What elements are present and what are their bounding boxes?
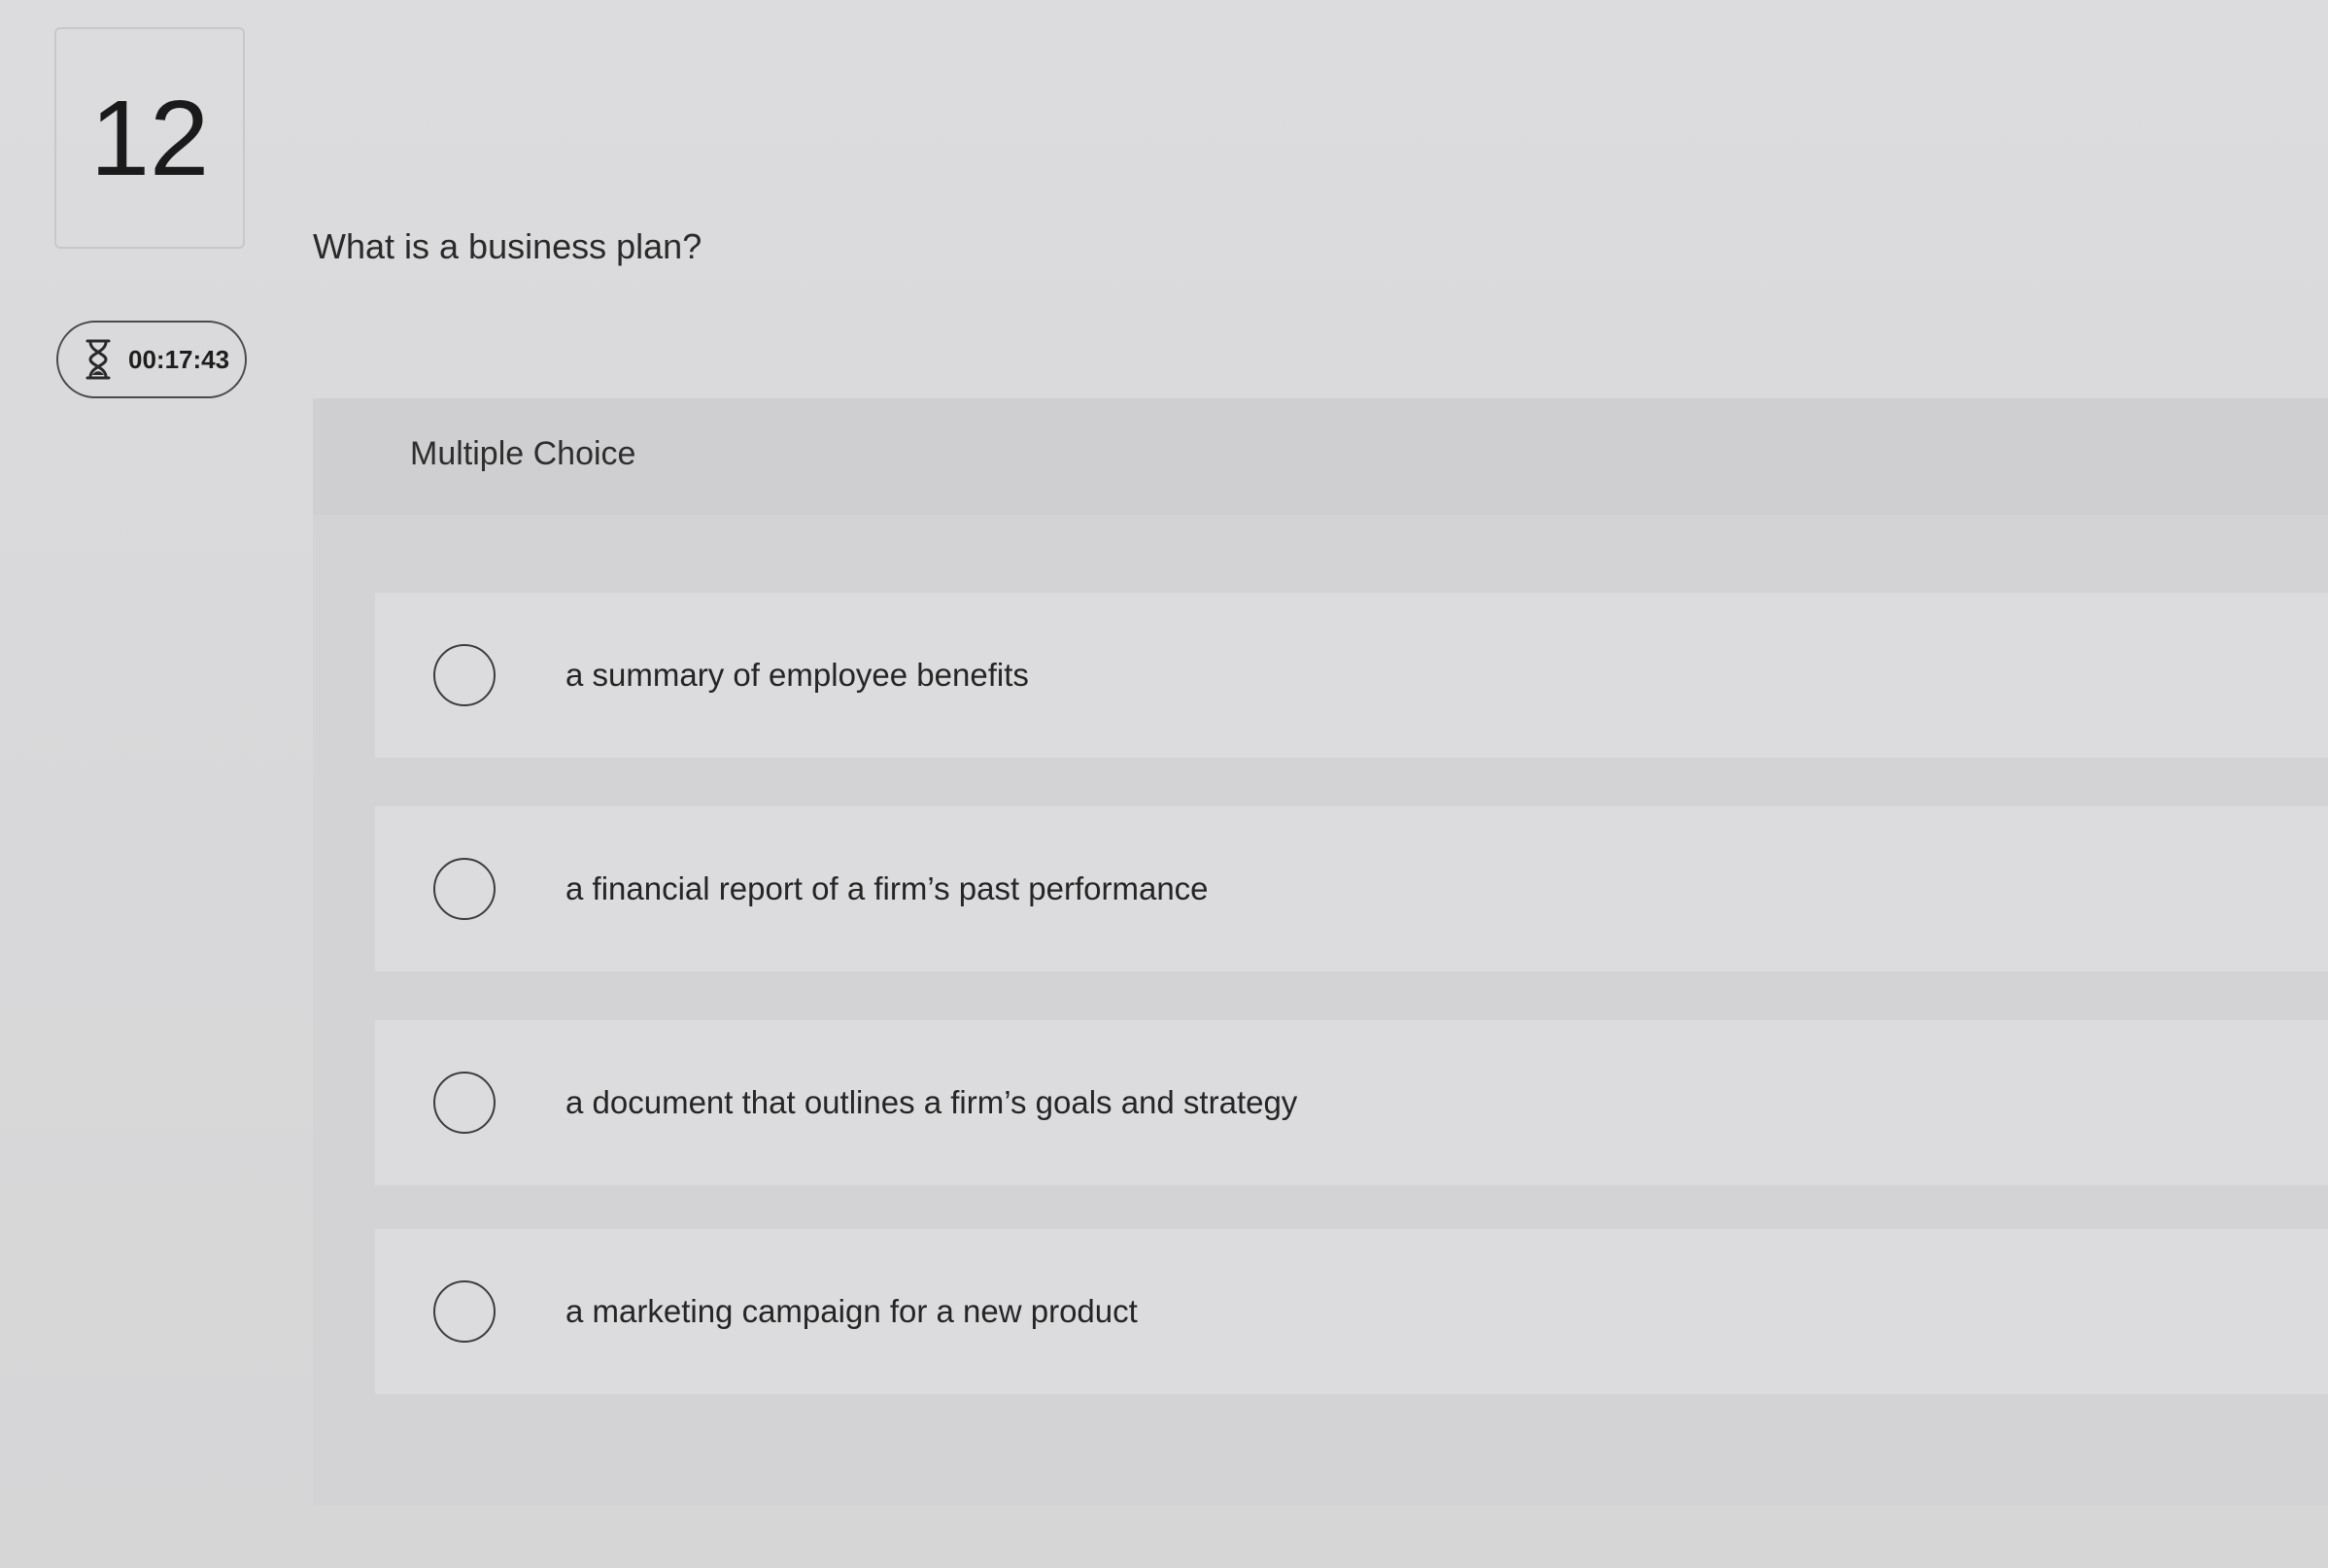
answer-option-label: a summary of employee benefits — [565, 657, 1029, 693]
answer-option-label: a document that outlines a firm’s goals … — [565, 1084, 1298, 1120]
timer[interactable]: 00:17:43 — [56, 321, 247, 398]
answer-option-3[interactable]: a document that outlines a firm’s goals … — [375, 1020, 2328, 1185]
radio-button[interactable] — [433, 1280, 496, 1343]
hourglass-icon — [84, 338, 113, 381]
timer-value: 00:17:43 — [128, 344, 230, 374]
question-number: 12 — [54, 27, 245, 249]
answer-panel-header: Multiple Choice — [313, 398, 2328, 515]
answer-panel: Multiple Choice a summary of employee be… — [313, 398, 2328, 1506]
question-text: What is a business plan? — [313, 226, 702, 266]
answer-option-1[interactable]: a summary of employee benefits — [375, 593, 2328, 758]
question-type-label: Multiple Choice — [410, 435, 636, 472]
radio-button[interactable] — [433, 1072, 496, 1134]
radio-button[interactable] — [433, 858, 496, 920]
answer-option-2[interactable]: a financial report of a firm’s past perf… — [375, 806, 2328, 971]
answer-option-4[interactable]: a marketing campaign for a new product — [375, 1229, 2328, 1394]
answer-option-label: a marketing campaign for a new product — [565, 1293, 1138, 1329]
radio-button[interactable] — [433, 644, 496, 706]
answer-option-label: a financial report of a firm’s past perf… — [565, 870, 1209, 906]
